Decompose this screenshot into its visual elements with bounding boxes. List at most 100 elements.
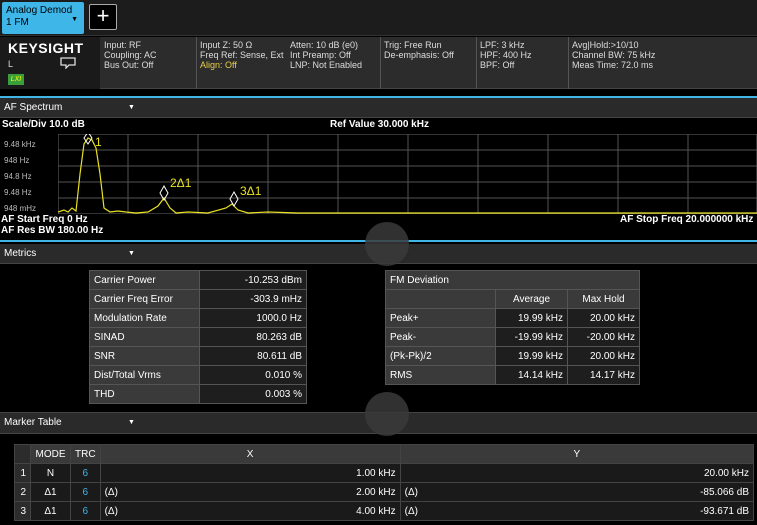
metric-label: Carrier Freq Error (89, 289, 200, 309)
metric-value: 0.003 % (199, 384, 307, 404)
metric-label: SNR (89, 346, 200, 366)
marker-index: 2 (14, 482, 31, 502)
marker-x-ref: (Δ) (99, 482, 131, 502)
fm-row: Peak- -19.99 kHz -20.00 kHz (385, 327, 640, 347)
fm-header-blank (385, 289, 496, 309)
marker-y-value: 20.00 kHz (430, 463, 755, 483)
marker-index: 3 (14, 501, 31, 521)
marker-table: MODE TRC X Y 1 N 6 1.00 kHz 20.00 kHz 2 Δ1 6 (Δ)… (14, 444, 755, 521)
marker-row[interactable]: 3 Δ1 6 (Δ) 4.00 kHz (Δ) -93.671 dB (14, 501, 755, 521)
af-stop-freq: AF Stop Freq 20.000000 kHz (620, 214, 754, 225)
fm-max-hold: 14.17 kHz (567, 365, 640, 385)
fm-average: 19.99 kHz (495, 308, 568, 328)
tab-analog-demod[interactable]: Analog Demod 1 FM ▼ (2, 2, 84, 34)
scale-div-label: Scale/Div 10.0 dB (2, 119, 85, 130)
local-indicator: L (8, 59, 14, 69)
fm-header-row: Average Max Hold (385, 289, 640, 309)
align-value: Align: Off (200, 60, 237, 70)
marker-trace[interactable]: 6 (70, 482, 101, 502)
metric-row: Modulation Rate 1000.0 Hz (89, 308, 307, 328)
spectrum-graticule[interactable] (58, 134, 757, 214)
input-z-value: Input Z: 50 Ω (200, 40, 253, 50)
fm-average: 19.99 kHz (495, 346, 568, 366)
fm-max-hold: 20.00 kHz (567, 346, 640, 366)
marker-y-ref: (Δ) (399, 501, 431, 521)
marker-row[interactable]: 2 Δ1 6 (Δ) 2.00 kHz (Δ) -85.066 dB (14, 482, 755, 502)
marker-header-trc: TRC (70, 444, 101, 464)
fm-label: Peak+ (385, 308, 496, 328)
tab-bar: Analog Demod 1 FM ▼ + (0, 0, 757, 36)
marker-mode[interactable]: Δ1 (30, 482, 71, 502)
af-spectrum-header[interactable]: AF Spectrum ▼ (0, 98, 757, 118)
fm-row: Peak+ 19.99 kHz 20.00 kHz (385, 308, 640, 328)
channel-bw-value: Channel BW: 75 kHz (572, 50, 656, 60)
add-tab-button[interactable]: + (89, 4, 117, 30)
fm-header-average: Average (495, 289, 568, 309)
divider (568, 37, 569, 89)
marker-trace[interactable]: 6 (70, 501, 101, 521)
fm-max-hold: -20.00 kHz (567, 327, 640, 347)
marker-x-value[interactable]: 1.00 kHz (130, 463, 401, 483)
scroll-handle[interactable] (365, 392, 409, 436)
tab-dropdown-icon[interactable]: ▼ (71, 14, 78, 26)
divider (196, 37, 197, 89)
trig-settings[interactable]: Trig: Free Run De-emphasis: Off (384, 40, 454, 60)
chevron-down-icon[interactable]: ▼ (128, 250, 135, 257)
scroll-handle[interactable] (365, 222, 409, 266)
metric-row: Carrier Power -10.253 dBm (89, 270, 307, 290)
chevron-down-icon[interactable]: ▼ (128, 419, 135, 426)
marker-header-x: X (99, 444, 401, 464)
chat-icon[interactable] (60, 57, 76, 69)
af-spectrum-panel: AF Spectrum ▼ Scale/Div 10.0 dB Ref Valu… (0, 96, 757, 242)
y-tick: 948 Hz (4, 156, 30, 165)
af-res-bw: AF Res BW 180.00 Hz (1, 225, 104, 236)
fm-label: Peak- (385, 327, 496, 347)
metric-label: Dist/Total Vrms (89, 365, 200, 385)
marker-mode[interactable]: N (30, 463, 71, 483)
metric-value: 80.263 dB (199, 327, 307, 347)
metric-row: THD 0.003 % (89, 384, 307, 404)
deemphasis-value: De-emphasis: Off (384, 50, 454, 60)
atten-settings[interactable]: Atten: 10 dB (e0) Int Preamp: Off LNP: N… (290, 40, 362, 70)
grid-lines (58, 134, 757, 214)
impedance-settings[interactable]: Input Z: 50 Ω Freq Ref: Sense, Ext Align… (200, 40, 284, 70)
preamp-value: Int Preamp: Off (290, 50, 351, 60)
tab-label: Analog Demod 1 FM (6, 5, 73, 28)
marker-y-value: -93.671 dB (430, 501, 755, 521)
metric-label: SINAD (89, 327, 200, 347)
fm-average: -19.99 kHz (495, 327, 568, 347)
metric-value: 80.611 dB (199, 346, 307, 366)
freq-ref-value: Freq Ref: Sense, Ext (200, 50, 284, 60)
avg-settings[interactable]: Avg|Hold:>10/10 Channel BW: 75 kHz Meas … (572, 40, 655, 70)
meas-time-value: Meas Time: 72.0 ms (572, 60, 654, 70)
brand-logo: KEYSIGHT (8, 40, 84, 56)
marker-x-ref (99, 463, 131, 483)
input-settings[interactable]: Input: RF Coupling: AC Bus Out: Off (104, 40, 157, 70)
fm-header-max-hold: Max Hold (567, 289, 640, 309)
fm-deviation-title: FM Deviation (385, 270, 640, 290)
fm-max-hold: 20.00 kHz (567, 308, 640, 328)
filter-settings[interactable]: LPF: 3 kHz HPF: 400 Hz BPF: Off (480, 40, 532, 70)
fm-label: (Pk-Pk)/2 (385, 346, 496, 366)
marker-row[interactable]: 1 N 6 1.00 kHz 20.00 kHz (14, 463, 755, 483)
settings-bar: KEYSIGHT L LXI Input: RF Coupling: AC Bu… (0, 37, 757, 89)
marker-y-ref: (Δ) (399, 482, 431, 502)
fm-deviation-table: FM Deviation Average Max Hold Peak+ 19.99… (385, 270, 640, 385)
brand-area: KEYSIGHT L LXI (0, 37, 100, 89)
metric-row: SINAD 80.263 dB (89, 327, 307, 347)
marker-header-row: MODE TRC X Y (14, 444, 755, 464)
coupling-value: Coupling: AC (104, 50, 157, 60)
y-tick: 94.8 Hz (4, 172, 32, 181)
atten-value: Atten: 10 dB (e0) (290, 40, 359, 50)
y-tick: 948 mHz (4, 204, 37, 213)
fm-average: 14.14 kHz (495, 365, 568, 385)
marker-mode[interactable]: Δ1 (30, 501, 71, 521)
marker-x-value[interactable]: 4.00 kHz (130, 501, 401, 521)
marker-x-value[interactable]: 2.00 kHz (130, 482, 401, 502)
metrics-panel: Metrics ▼ Carrier Power -10.253 dBm Carrie… (0, 244, 757, 410)
y-tick: 9.48 Hz (4, 188, 32, 197)
af-start-freq: AF Start Freq 0 Hz (1, 214, 88, 225)
chevron-down-icon[interactable]: ▼ (128, 104, 135, 111)
metric-value: 1000.0 Hz (199, 308, 307, 328)
marker-trace[interactable]: 6 (70, 463, 101, 483)
